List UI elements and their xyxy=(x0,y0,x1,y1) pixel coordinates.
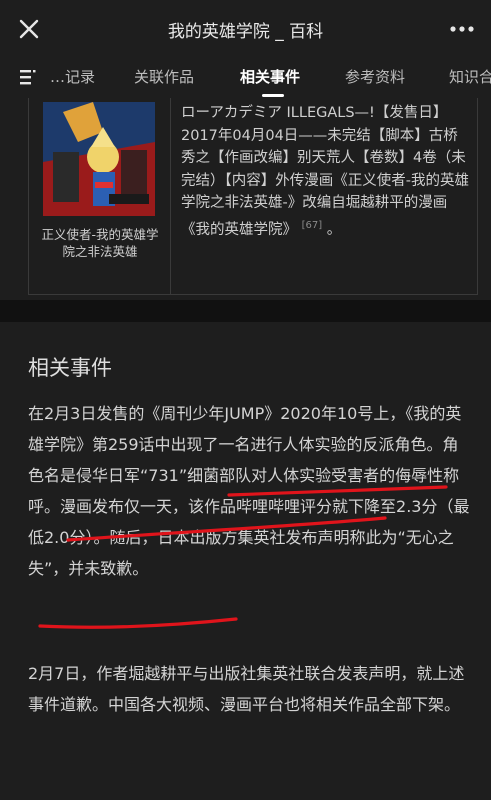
tab-related-events[interactable]: 相关事件 xyxy=(240,66,300,87)
details-end: 。 xyxy=(326,221,342,238)
list-icon[interactable] xyxy=(20,68,36,86)
top-bar: 我的英雄学院 _ 百科 xyxy=(0,0,491,58)
manga-cover-image[interactable] xyxy=(43,102,155,216)
paragraph-1-part-a: 在2月3日发售的《周刊少年JUMP》2020年10号上，《我的英雄学院》第259… xyxy=(28,404,462,454)
details-body: 售日】2017年04月04日——未完结【脚本】古桥秀之【作画改编】别天荒人【卷数… xyxy=(181,105,469,238)
details-top-fragment: ローアカデミア ILLEGALS—!【发 xyxy=(181,105,404,121)
section-title: 相关事件 xyxy=(28,356,112,380)
tab-related-works[interactable]: 关联作品 xyxy=(134,66,194,87)
more-horizontal-icon[interactable] xyxy=(447,16,477,42)
tab-knowledge[interactable]: 知识合 xyxy=(449,66,491,87)
work-info-card: 正义使者-我的英雄学院之非法英雄 ローアカデミア ILLEGALS—!【发售日】… xyxy=(28,98,478,295)
active-tab-indicator xyxy=(262,94,284,97)
cover-caption-wrap: 正义使者-我的英雄学院之非法英雄 xyxy=(37,226,163,274)
cover-caption[interactable]: 正义使者-我的英雄学院之非法英雄 xyxy=(37,226,163,260)
tab-records[interactable]: …记录 xyxy=(50,66,95,87)
section-separator xyxy=(0,300,491,322)
work-details-text: ローアカデミア ILLEGALS—!【发售日】2017年04月04日——未完结【… xyxy=(181,102,471,292)
event-paragraph-1: 在2月3日发售的《周刊少年JUMP》2020年10号上，《我的英雄学院》第259… xyxy=(28,398,472,584)
tab-references[interactable]: 参考资料 xyxy=(345,66,405,87)
card-divider xyxy=(170,98,171,294)
tab-bar: …记录 关联作品 相关事件 参考资料 知识合 xyxy=(0,58,491,98)
event-paragraph-2: 2月7日，作者堀越耕平与出版社集英社联合发表声明，就上述事件道歉。中国各大视频、… xyxy=(28,664,465,714)
page-title: 我的英雄学院 _ 百科 xyxy=(167,22,324,42)
citation-link[interactable]: [67] xyxy=(302,220,323,231)
related-events-section: 相关事件 在2月3日发售的《周刊少年JUMP》2020年10号上，《我的英雄学院… xyxy=(0,322,491,800)
